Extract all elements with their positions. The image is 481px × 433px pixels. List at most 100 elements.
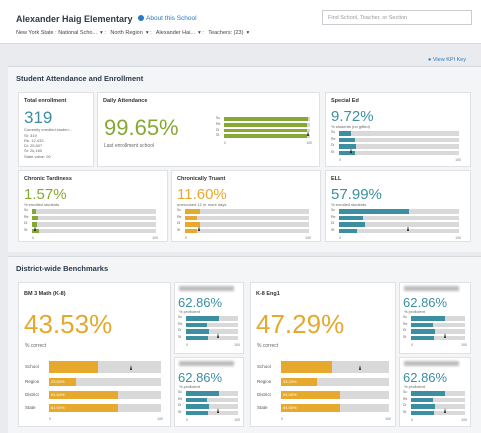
bar-track (339, 215, 459, 220)
bar-fill (186, 322, 207, 327)
axis-max: 100 (152, 236, 158, 240)
row-label: St (403, 334, 407, 339)
bar-fill (339, 215, 363, 220)
attendance-bars: Sc Re Di St 0 100 (216, 116, 312, 146)
bar-fill (339, 131, 351, 136)
bar-track (185, 209, 309, 214)
row-label: St (331, 227, 335, 232)
filter-school[interactable]: Alexander Hai... (156, 30, 195, 36)
card-title: ELL (331, 176, 342, 182)
bar-fill (185, 209, 200, 214)
bar-track (224, 117, 310, 121)
filter-region[interactable]: North Region (110, 30, 142, 36)
bar-track (32, 222, 156, 227)
axis-min: 0 (281, 417, 283, 421)
bar-track (185, 222, 309, 227)
bar-fill (339, 222, 366, 227)
benchmark-fill: 54.55% (281, 391, 341, 399)
eng-mini-card[interactable]: 62.86% % proficient Sc Re Di St 0 100 (399, 282, 471, 354)
benchmark-row-label: State (25, 405, 36, 410)
bar-track (186, 316, 238, 321)
bar-track (224, 128, 310, 133)
bar-fill (32, 209, 36, 214)
mini-bars: Sc Re Di St 0 100 (403, 390, 467, 423)
total-enrollment-card[interactable]: Total enrollment 319 Currently enrolled … (18, 92, 94, 167)
bar-track (339, 222, 459, 227)
axis-min: 0 (339, 158, 341, 162)
daily-attendance-card[interactable]: Daily Attendance 99.65% Last enrollment … (97, 92, 320, 167)
benchmark-value: 54.55% (283, 405, 297, 410)
target-marker (443, 332, 446, 338)
chevron-down-icon[interactable]: ▾ : (100, 30, 106, 36)
row-label: Sc (331, 130, 336, 134)
search-input[interactable]: Find School, Teacher, or Section (322, 10, 472, 25)
mini-value: 62.86% (403, 295, 448, 310)
view-kpi-key-link[interactable]: ● View KPI Key (428, 57, 466, 63)
bar-track (339, 137, 459, 142)
math-benchmark-card[interactable]: BM 3 Math (K-8) 43.53% % correct School R… (18, 282, 171, 427)
bar-track (186, 322, 238, 327)
row-label: Sc (403, 390, 408, 394)
ell-sub: % enrolled students (331, 202, 367, 207)
math-mini-card[interactable]: 62.86% % proficient Sc Re Di St 0 100 (174, 282, 244, 354)
chevron-down-icon[interactable]: ▾ (246, 30, 249, 36)
row-label: Re (403, 321, 408, 326)
benchmark-row-label: School (257, 364, 271, 369)
bar-fill (411, 410, 434, 415)
card-title: Total enrollment (24, 98, 67, 104)
bar-fill (411, 397, 433, 402)
axis-min: 0 (339, 236, 341, 240)
blurred-title (179, 361, 234, 366)
bar-fill (411, 404, 436, 409)
row-label: Sc (403, 315, 408, 319)
tardiness-value: 1.57% (24, 186, 67, 203)
chevron-down-icon[interactable]: ▾ : (146, 30, 152, 36)
chevron-down-icon[interactable]: ▾ : (198, 30, 204, 36)
row-label: St (178, 334, 182, 339)
row-label: Re (403, 396, 408, 401)
chronic-truant-card[interactable]: Chronically Truant 11.60% unexcused 12 o… (171, 170, 321, 242)
bar-track (339, 131, 459, 136)
attendance-sub: Last enrollment school (104, 143, 155, 149)
benchmark-row-label: State (257, 405, 268, 410)
eng-rows: School Region 33.33% District 54.55% State 54.… (255, 361, 391, 423)
school-title: Alexander Haig Elementary (16, 14, 133, 24)
benchmark-track: 54.55% (281, 404, 389, 412)
bar-fill (339, 137, 355, 142)
bar-fill (339, 150, 355, 155)
row-label: Di (403, 328, 407, 332)
bar-track (186, 335, 238, 340)
benchmark-row-label: Region (257, 379, 272, 384)
bar-track (411, 391, 465, 396)
chronic-tardiness-card[interactable]: Chronic Tardiness 1.57% % enrolled stude… (18, 170, 168, 242)
math-mini-card-2[interactable]: 62.86% % proficient Sc Re Di St 0 100 (174, 357, 244, 427)
target-marker (407, 225, 410, 231)
row-label: Re (177, 214, 182, 219)
special-ed-bars: Sc Re Di St 0 100 (331, 130, 461, 163)
special-ed-card[interactable]: Special Ed 9.72% % students (no gifted) … (325, 92, 471, 167)
filter-state[interactable]: New York State : National Scho... (16, 30, 97, 36)
bar-track (186, 397, 238, 402)
bar-fill (185, 228, 198, 233)
filter-teachers[interactable]: Teachers: (23) (208, 30, 243, 36)
bar-fill (186, 316, 219, 321)
axis-min: 0 (186, 343, 188, 347)
bar-fill (339, 228, 357, 233)
benchmark-row-label: District (257, 392, 271, 397)
ell-value: 57.99% (331, 186, 382, 203)
card-title: Chronically Truant (177, 176, 226, 182)
benchmark-track: 33.33% (281, 378, 389, 386)
tardiness-bars: Sc Re Di St 0 100 (24, 208, 158, 241)
eng-benchmark-card[interactable]: K-8 Eng1 47.29% % correct School Region 33… (250, 282, 396, 427)
eng-value: 47.29% (256, 309, 345, 339)
bar-track (186, 391, 238, 396)
truant-value: 11.60% (177, 186, 227, 203)
target-marker (306, 131, 309, 137)
row-label: St (331, 149, 335, 154)
mini-sub: % proficient (404, 309, 425, 314)
mini-sub: % proficient (179, 309, 200, 314)
eng-mini-card-2[interactable]: 62.86% % proficient Sc Re Di St 0 100 (399, 357, 471, 427)
about-school-link[interactable]: About this School (138, 15, 197, 22)
bar-track (411, 329, 465, 334)
ell-card[interactable]: ELL 57.99% % enrolled students Sc Re Di St 0… (325, 170, 471, 242)
